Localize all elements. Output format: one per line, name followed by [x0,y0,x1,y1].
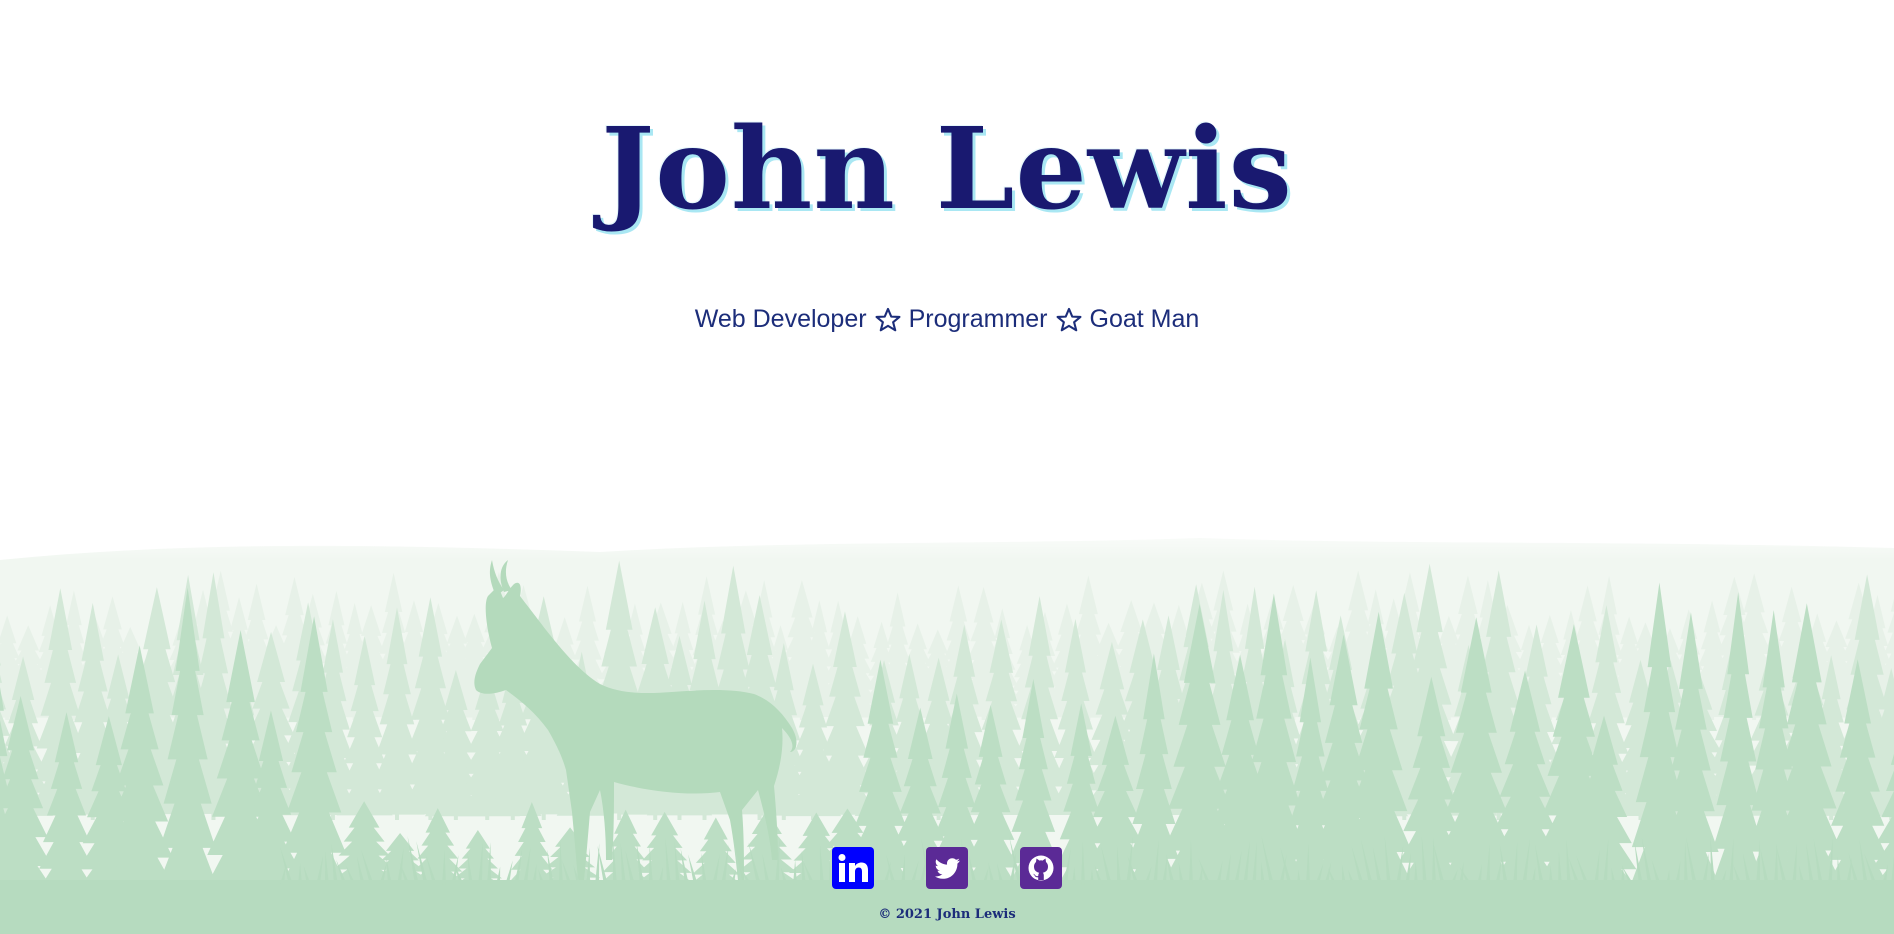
social-links [0,847,1894,889]
twitter-icon [926,847,968,889]
star-outline-icon [875,307,901,331]
twitter-link[interactable] [926,847,968,889]
github-icon [1020,847,1062,889]
tagline-item-programmer: Programmer [908,305,1048,333]
linkedin-icon [832,847,874,889]
tagline-item-web-developer: Web Developer [694,305,867,333]
star-outline-icon [1056,307,1081,331]
copyright-footer: © 2021 John Lewis [878,907,1016,922]
page-title: John Lewis [601,104,1293,235]
tagline-item-goat-man: Goat Man [1089,305,1200,333]
tagline: Web Developer Programmer Goat Man [0,305,1894,334]
github-link[interactable] [1020,847,1062,889]
linkedin-link[interactable] [832,847,874,889]
